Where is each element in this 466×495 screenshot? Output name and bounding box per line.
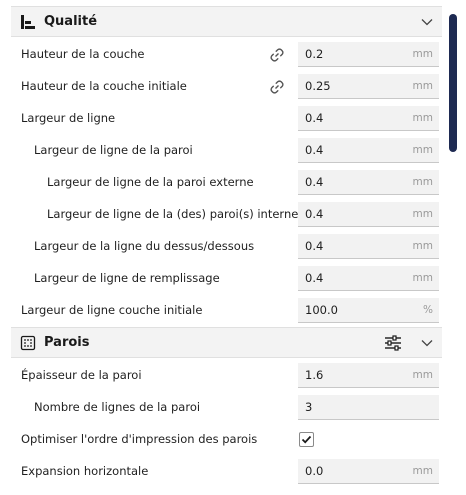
setting-label: Largeur de ligne [21, 111, 116, 125]
field-value: 3 [305, 400, 313, 414]
quality-bars-icon [21, 15, 35, 29]
field-unit: mm [412, 208, 433, 220]
outer-wall-line-width-input[interactable]: 0.4 mm [298, 170, 439, 195]
infill-line-width-input[interactable]: 0.4 mm [298, 266, 439, 291]
top-bottom-line-width-input[interactable]: 0.4 mm [298, 234, 439, 259]
optimize-wall-order-checkbox[interactable] [299, 432, 314, 447]
chevron-down-icon[interactable] [421, 16, 433, 28]
section-header-walls[interactable]: Parois [11, 327, 442, 358]
setting-label: Expansion horizontale [21, 464, 149, 478]
initial-layer-line-width-input[interactable]: 100.0 % [298, 298, 439, 323]
setting-label: Largeur de la ligne du dessus/dessous [34, 239, 255, 253]
sliders-icon[interactable] [384, 335, 402, 351]
link-icon[interactable] [269, 47, 285, 63]
setting-label: Épaisseur de la paroi [21, 368, 142, 382]
field-value: 0.4 [305, 239, 324, 253]
field-value: 0.4 [305, 271, 324, 285]
field-value: 100.0 [305, 303, 338, 317]
field-unit: mm [412, 465, 433, 477]
setting-row-wall-line-count: Nombre de lignes de la paroi 3 [11, 392, 442, 424]
line-width-input[interactable]: 0.4 mm [298, 106, 439, 131]
walls-grid-icon [20, 335, 36, 351]
field-unit: % [423, 304, 433, 316]
field-unit: mm [412, 176, 433, 188]
setting-label: Largeur de ligne de la paroi externe [47, 175, 254, 189]
setting-label: Nombre de lignes de la paroi [34, 400, 201, 414]
setting-label: Largeur de ligne de la (des) paroi(s) in… [47, 207, 314, 221]
setting-row-horizontal-expansion: Expansion horizontale 0.0 mm [11, 456, 442, 488]
wall-line-count-input[interactable]: 3 [298, 395, 439, 420]
setting-label: Hauteur de la couche initiale [21, 79, 187, 93]
setting-row-infill-line-width: Largeur de ligne de remplissage 0.4 mm [11, 263, 442, 295]
wall-thickness-input[interactable]: 1.6 mm [298, 363, 439, 388]
setting-label: Largeur de ligne de la paroi [34, 143, 193, 157]
field-value: 1.6 [305, 368, 324, 382]
setting-row-wall-line-width: Largeur de ligne de la paroi 0.4 mm [11, 135, 442, 167]
setting-label: Largeur de ligne couche initiale [21, 303, 203, 317]
section-title-walls: Parois [44, 335, 90, 350]
field-value: 0.4 [305, 143, 324, 157]
field-unit: mm [412, 369, 433, 381]
chevron-down-icon[interactable] [421, 337, 433, 349]
inner-wall-line-width-input[interactable]: 0.4 mm [298, 202, 439, 227]
setting-row-optimize-wall-order: Optimiser l'ordre d'impression des paroi… [11, 424, 442, 456]
scrollbar-thumb[interactable] [449, 14, 457, 152]
settings-panel: Qualité Hauteur de la couche 0.2 mm Haut… [11, 6, 442, 495]
field-value: 0.4 [305, 207, 324, 221]
field-value: 0.4 [305, 175, 324, 189]
checkmark-icon [301, 435, 312, 444]
setting-row-inner-wall-line-width: Largeur de ligne de la (des) paroi(s) in… [11, 199, 442, 231]
field-unit: mm [412, 48, 433, 60]
setting-row-initial-layer-line-width: Largeur de ligne couche initiale 100.0 % [11, 295, 442, 327]
field-unit: mm [412, 112, 433, 124]
setting-row-layer-height: Hauteur de la couche 0.2 mm [11, 39, 442, 71]
link-icon[interactable] [269, 79, 285, 95]
initial-layer-height-input[interactable]: 0.25 mm [298, 74, 439, 99]
field-unit: mm [412, 80, 433, 92]
setting-row-initial-layer-height: Hauteur de la couche initiale 0.25 mm [11, 71, 442, 103]
section-title-quality: Qualité [44, 14, 98, 29]
horizontal-expansion-input[interactable]: 0.0 mm [298, 459, 439, 484]
field-value: 0.25 [305, 79, 331, 93]
field-value: 0.0 [305, 464, 324, 478]
setting-label: Optimiser l'ordre d'impression des paroi… [21, 432, 258, 446]
field-unit: mm [412, 144, 433, 156]
field-unit: mm [412, 272, 433, 284]
setting-label: Hauteur de la couche [21, 47, 145, 61]
setting-row-wall-thickness: Épaisseur de la paroi 1.6 mm [11, 360, 442, 392]
setting-row-outer-wall-line-width: Largeur de ligne de la paroi externe 0.4… [11, 167, 442, 199]
field-value: 0.2 [305, 47, 324, 61]
wall-line-width-input[interactable]: 0.4 mm [298, 138, 439, 163]
setting-label: Largeur de ligne de remplissage [34, 271, 220, 285]
layer-height-input[interactable]: 0.2 mm [298, 42, 439, 67]
section-header-quality[interactable]: Qualité [11, 6, 442, 37]
field-unit: mm [412, 240, 433, 252]
setting-row-top-bottom-line-width: Largeur de la ligne du dessus/dessous 0.… [11, 231, 442, 263]
field-value: 0.4 [305, 111, 324, 125]
setting-row-line-width: Largeur de ligne 0.4 mm [11, 103, 442, 135]
